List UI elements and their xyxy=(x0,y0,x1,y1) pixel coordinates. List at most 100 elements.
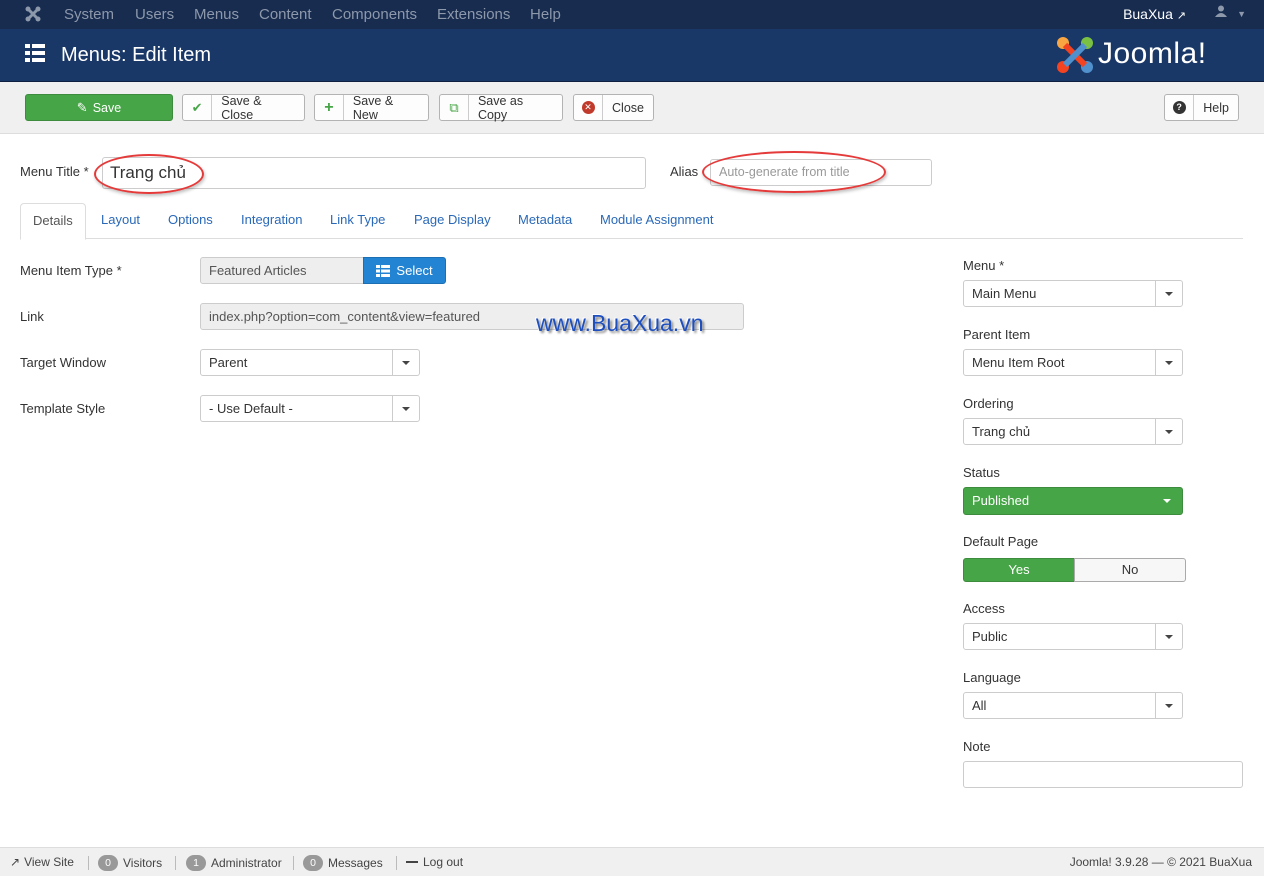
chevron-down-icon xyxy=(1155,419,1182,444)
status-label: Status xyxy=(963,465,1000,480)
note-label: Note xyxy=(963,739,991,754)
alias-label: Alias xyxy=(670,164,699,179)
tab-layout[interactable]: Layout xyxy=(101,203,140,239)
note-input[interactable] xyxy=(963,761,1243,788)
help-label: Help xyxy=(1203,100,1229,115)
chevron-down-icon xyxy=(1163,499,1171,503)
visitors-link[interactable]: 0 Visitors xyxy=(98,855,162,871)
annotation-circle xyxy=(94,154,204,194)
nav-help[interactable]: Help xyxy=(530,6,561,23)
tab-options[interactable]: Options xyxy=(168,203,213,239)
ordering-value: Trang chủ xyxy=(972,424,1031,439)
chevron-down-icon xyxy=(1155,624,1182,649)
administrator-link[interactable]: 1 Administrator xyxy=(186,855,282,871)
link-label: Link xyxy=(20,309,44,324)
page-header: Menus: Edit Item Joomla! xyxy=(0,29,1264,82)
logout-label: Log out xyxy=(423,855,464,869)
watermark: www.BuaXua.vn xyxy=(536,310,704,336)
status-select[interactable]: Published xyxy=(963,487,1183,515)
site-name: BuaXua xyxy=(1123,6,1173,22)
cancel-icon: ✕ xyxy=(574,95,604,120)
tab-link-type[interactable]: Link Type xyxy=(330,203,385,239)
default-page-label: Default Page xyxy=(963,534,1039,549)
messages-label: Messages xyxy=(328,856,383,870)
site-link[interactable]: BuaXua ↗ xyxy=(1123,6,1186,22)
template-style-value: - Use Default - xyxy=(209,401,293,416)
chevron-down-icon xyxy=(1155,281,1182,306)
save-new-button[interactable]: + Save & New xyxy=(314,94,429,122)
menu-label: Menu * xyxy=(963,258,1005,273)
language-select[interactable]: All xyxy=(963,692,1183,719)
tab-module-assignment[interactable]: Module Assignment xyxy=(600,203,713,239)
tab-integration[interactable]: Integration xyxy=(241,203,302,239)
menu-item-type-field: Featured Articles xyxy=(200,257,364,284)
user-menu[interactable]: ▼ xyxy=(1215,5,1246,20)
top-navbar: System Users Menus Content Components Ex… xyxy=(0,0,1264,29)
ordering-select[interactable]: Trang chủ xyxy=(963,418,1183,445)
external-link-icon: ↗ xyxy=(1176,10,1186,22)
nav-content[interactable]: Content xyxy=(259,6,312,23)
language-value: All xyxy=(972,698,987,713)
select-label: Select xyxy=(396,263,433,278)
save-label: Save xyxy=(92,100,122,115)
minus-icon xyxy=(406,861,418,863)
toolbar: ✎ Save ✔ Save & Close + Save & New ⧉ Sav… xyxy=(0,82,1264,134)
access-value: Public xyxy=(972,629,1008,644)
menu-select[interactable]: Main Menu xyxy=(963,280,1183,307)
view-site-link[interactable]: ↗ View Site xyxy=(10,855,74,869)
select-button[interactable]: Select xyxy=(363,257,446,284)
close-label: Close xyxy=(612,100,644,115)
tab-metadata[interactable]: Metadata xyxy=(518,203,572,239)
save-close-button[interactable]: ✔ Save & Close xyxy=(182,93,305,122)
default-page-yes-button[interactable]: Yes xyxy=(963,558,1075,582)
user-icon xyxy=(1215,5,1228,17)
save-button[interactable]: ✎ Save xyxy=(25,94,173,121)
list-icon xyxy=(376,264,391,277)
template-style-label: Template Style xyxy=(20,401,106,416)
joomla-logo-icon xyxy=(1057,37,1093,73)
plus-icon: + xyxy=(315,95,344,120)
nav-users[interactable]: Users xyxy=(135,6,174,23)
save-copy-label: Save as Copy xyxy=(477,93,524,122)
check-icon: ✔ xyxy=(183,95,213,120)
view-site-label: View Site xyxy=(24,855,74,869)
nav-extensions[interactable]: Extensions xyxy=(437,6,510,23)
annotation-circle xyxy=(702,151,886,193)
visitors-badge: 0 xyxy=(98,855,118,871)
logout-link[interactable]: Log out xyxy=(406,855,463,869)
help-button[interactable]: ? Help xyxy=(1164,94,1239,121)
tab-details[interactable]: Details xyxy=(20,203,86,240)
save-close-label: Save & Close xyxy=(221,93,262,122)
external-link-icon: ↗ xyxy=(10,855,21,869)
edit-icon: ✎ xyxy=(76,99,88,115)
messages-link[interactable]: 0 Messages xyxy=(303,855,383,871)
parent-item-value: Menu Item Root xyxy=(972,355,1065,370)
target-window-select[interactable]: Parent xyxy=(200,349,420,376)
visitors-label: Visitors xyxy=(123,856,163,870)
administrator-label: Administrator xyxy=(211,856,282,870)
parent-item-select[interactable]: Menu Item Root xyxy=(963,349,1183,376)
copy-icon: ⧉ xyxy=(440,95,469,120)
status-value: Published xyxy=(972,493,1030,508)
access-select[interactable]: Public xyxy=(963,623,1183,650)
nav-menus[interactable]: Menus xyxy=(194,6,239,23)
nav-components[interactable]: Components xyxy=(332,6,417,23)
list-icon xyxy=(25,44,45,62)
save-copy-button[interactable]: ⧉ Save as Copy xyxy=(439,93,563,122)
menu-item-type-label: Menu Item Type * xyxy=(20,263,122,278)
target-window-label: Target Window xyxy=(20,355,106,370)
parent-item-label: Parent Item xyxy=(963,327,1031,342)
language-label: Language xyxy=(963,670,1021,685)
ordering-label: Ordering xyxy=(963,396,1014,411)
default-page-no-button[interactable]: No xyxy=(1074,558,1186,582)
joomla-icon[interactable] xyxy=(24,5,42,23)
tab-page-display[interactable]: Page Display xyxy=(414,203,491,239)
messages-badge: 0 xyxy=(303,855,323,871)
nav-system[interactable]: System xyxy=(64,6,114,23)
caret-down-icon: ▼ xyxy=(1237,9,1246,19)
administrator-badge: 1 xyxy=(186,855,206,871)
chevron-down-icon xyxy=(1155,350,1182,375)
chevron-down-icon xyxy=(1155,693,1182,718)
close-button[interactable]: ✕ Close xyxy=(573,94,654,121)
template-style-select[interactable]: - Use Default - xyxy=(200,395,420,422)
